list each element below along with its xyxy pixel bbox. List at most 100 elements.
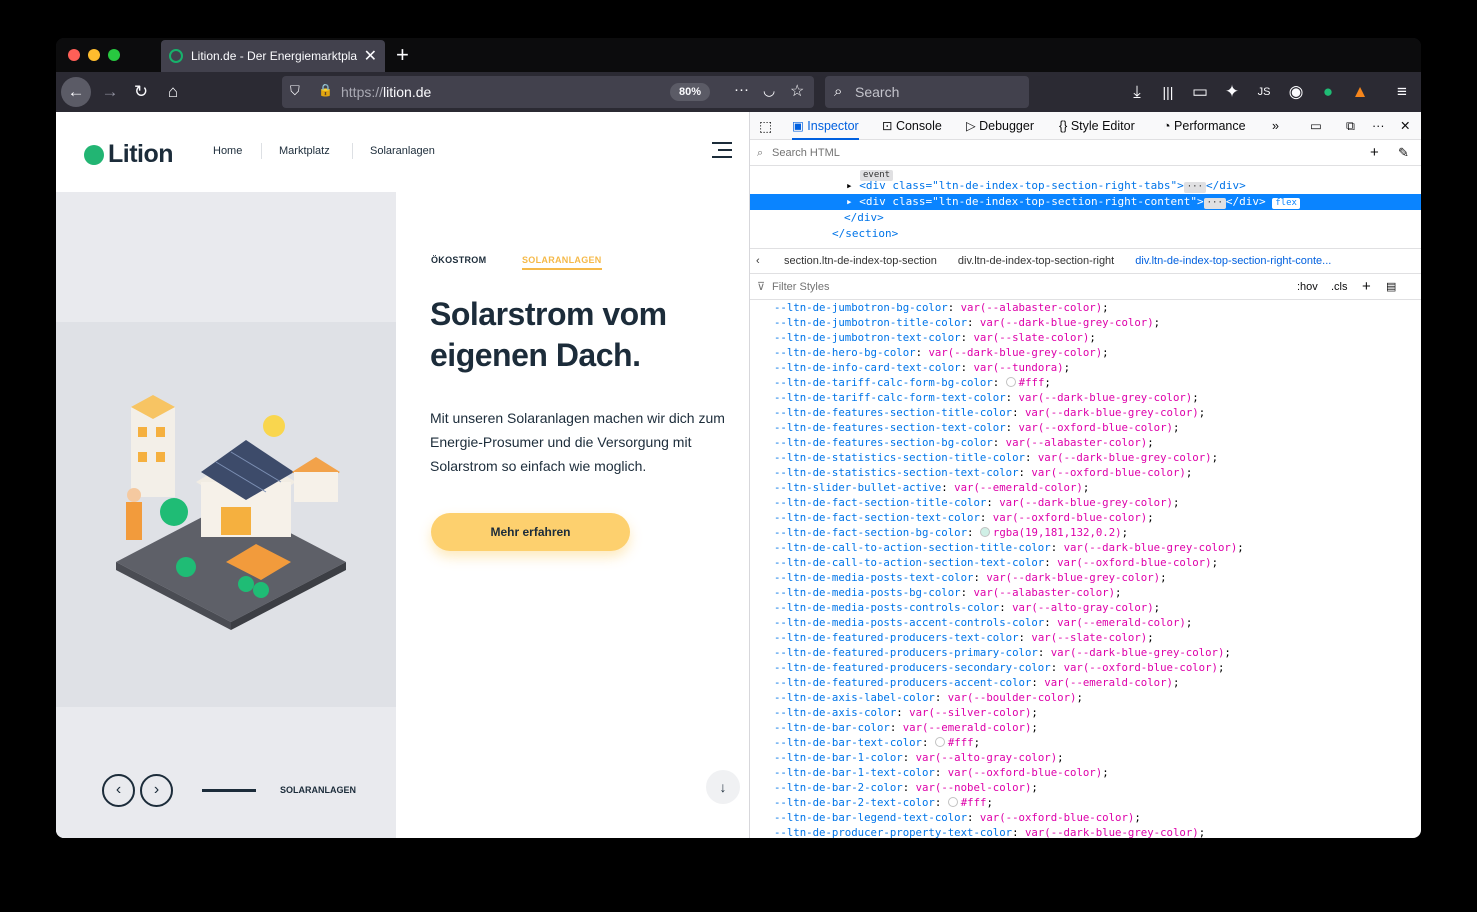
- css-property-value[interactable]: var(--oxford-blue-color): [1064, 661, 1218, 674]
- css-property-name[interactable]: --ltn-slider-bullet-active: [774, 481, 941, 494]
- add-node-icon[interactable]: +: [1370, 140, 1379, 166]
- css-property-value[interactable]: var(--slate-color): [1031, 631, 1147, 644]
- grammarly-icon[interactable]: ●: [1314, 78, 1342, 106]
- maximize-window-icon[interactable]: [108, 49, 120, 61]
- css-property-name[interactable]: --ltn-de-media-posts-controls-color: [774, 601, 999, 614]
- zoom-level[interactable]: 80%: [670, 83, 710, 101]
- extension-icon[interactable]: JS: [1250, 78, 1278, 106]
- slider-next-button[interactable]: ›: [140, 774, 173, 807]
- css-property-value[interactable]: #fff: [961, 796, 987, 809]
- css-property-value[interactable]: var(--oxford-blue-color): [980, 811, 1134, 824]
- ellipsis-badge[interactable]: ···: [1183, 182, 1207, 193]
- css-property-name[interactable]: --ltn-de-bar-1-color: [774, 751, 903, 764]
- css-declaration[interactable]: --ltn-de-jumbotron-title-color: var(--da…: [774, 315, 1421, 330]
- css-declaration[interactable]: --ltn-de-call-to-action-section-title-co…: [774, 540, 1421, 555]
- tab-performance[interactable]: ◔ Performance: [1163, 112, 1246, 140]
- markup-node-content-selected[interactable]: ▸ <div class="ltn-de-index-top-section-r…: [750, 194, 1421, 210]
- css-declaration[interactable]: --ltn-de-media-posts-accent-controls-col…: [774, 615, 1421, 630]
- css-property-value[interactable]: var(--emerald-color): [903, 721, 1032, 734]
- account-icon[interactable]: ◉: [1282, 78, 1310, 106]
- css-property-value[interactable]: var(--emerald-color): [1044, 676, 1173, 689]
- css-property-name[interactable]: --ltn-de-media-posts-text-color: [774, 571, 973, 584]
- hov-toggle[interactable]: :hov: [1297, 274, 1318, 300]
- add-rule-icon[interactable]: +: [1362, 274, 1371, 300]
- responsive-design-icon[interactable]: ▭: [1310, 112, 1322, 140]
- element-picker-icon[interactable]: ⬚: [759, 112, 772, 140]
- css-property-name[interactable]: --ltn-de-statistics-section-text-color: [774, 466, 1019, 479]
- css-declaration[interactable]: --ltn-de-features-section-text-color: va…: [774, 420, 1421, 435]
- css-property-value[interactable]: var(--alto-gray-color): [916, 751, 1058, 764]
- css-declaration[interactable]: --ltn-de-fact-section-title-color: var(-…: [774, 495, 1421, 510]
- css-property-name[interactable]: --ltn-de-bar-color: [774, 721, 890, 734]
- css-property-value[interactable]: var(--dark-blue-grey-color): [980, 316, 1154, 329]
- css-property-value[interactable]: var(--silver-color): [909, 706, 1031, 719]
- extension-icon[interactable]: ✦: [1218, 78, 1246, 106]
- css-property-value[interactable]: var(--nobel-color): [916, 781, 1032, 794]
- css-property-name[interactable]: --ltn-de-featured-producers-secondary-co…: [774, 661, 1051, 674]
- bookmark-star-icon[interactable]: ☆: [790, 81, 804, 101]
- css-property-value[interactable]: var(--dark-blue-grey-color): [986, 571, 1160, 584]
- site-logo[interactable]: Lition: [84, 140, 174, 169]
- css-property-name[interactable]: --ltn-de-bar-2-text-color: [774, 796, 935, 809]
- download-icon[interactable]: ⤓: [1123, 78, 1151, 106]
- close-tab-icon[interactable]: ✕: [364, 46, 377, 66]
- minimize-window-icon[interactable]: [88, 49, 100, 61]
- breadcrumb-item-selected[interactable]: div.ltn-de-index-top-section-right-conte…: [1135, 255, 1331, 267]
- css-declaration[interactable]: --ltn-de-featured-producers-primary-colo…: [774, 645, 1421, 660]
- css-declaration[interactable]: --ltn-de-media-posts-controls-color: var…: [774, 600, 1421, 615]
- css-property-value[interactable]: #fff: [1019, 376, 1045, 389]
- css-property-value[interactable]: var(--slate-color): [973, 331, 1089, 344]
- css-declaration[interactable]: --ltn-de-producer-property-text-color: v…: [774, 825, 1421, 838]
- css-property-name[interactable]: --ltn-de-fact-section-bg-color: [774, 526, 967, 539]
- css-property-value[interactable]: var(--dark-blue-grey-color): [999, 496, 1173, 509]
- css-declaration[interactable]: --ltn-de-jumbotron-bg-color: var(--alaba…: [774, 300, 1421, 315]
- css-property-name[interactable]: --ltn-de-bar-2-color: [774, 781, 903, 794]
- tab-debugger[interactable]: ▷ Debugger: [966, 112, 1034, 140]
- css-property-name[interactable]: --ltn-de-features-section-text-color: [774, 421, 1006, 434]
- library-icon[interactable]: |||: [1154, 78, 1182, 106]
- css-declaration[interactable]: --ltn-de-media-posts-bg-color: var(--ala…: [774, 585, 1421, 600]
- css-property-value[interactable]: var(--alto-gray-color): [1012, 601, 1154, 614]
- css-declaration[interactable]: --ltn-de-bar-1-text-color: var(--oxford-…: [774, 765, 1421, 780]
- lock-icon[interactable]: 🔒: [318, 83, 333, 97]
- new-tab-button[interactable]: +: [396, 42, 409, 68]
- css-declaration[interactable]: --ltn-de-statistics-section-title-color:…: [774, 450, 1421, 465]
- css-property-value[interactable]: var(--dark-blue-grey-color): [1025, 406, 1199, 419]
- pocket-icon[interactable]: ◡: [763, 82, 775, 99]
- css-property-value[interactable]: var(--emerald-color): [1057, 616, 1186, 629]
- css-property-value[interactable]: var(--oxford-blue-color): [1057, 556, 1211, 569]
- css-property-value[interactable]: var(--emerald-color): [954, 481, 1083, 494]
- ellipsis-badge[interactable]: ···: [1203, 198, 1226, 209]
- page-actions-icon[interactable]: ···: [734, 81, 749, 98]
- css-property-value[interactable]: var(--tundora): [973, 361, 1063, 374]
- css-declaration[interactable]: --ltn-de-bar-1-color: var(--alto-gray-co…: [774, 750, 1421, 765]
- css-declaration[interactable]: --ltn-de-features-section-title-color: v…: [774, 405, 1421, 420]
- search-html-input[interactable]: ⌕ Search HTML + ✎: [750, 140, 1421, 166]
- css-property-name[interactable]: --ltn-de-axis-label-color: [774, 691, 935, 704]
- css-declaration[interactable]: --ltn-de-axis-color: var(--silver-color)…: [774, 705, 1421, 720]
- css-property-name[interactable]: --ltn-de-media-posts-bg-color: [774, 586, 961, 599]
- css-property-name[interactable]: --ltn-de-featured-producers-primary-colo…: [774, 646, 1038, 659]
- mehr-erfahren-button[interactable]: Mehr erfahren: [431, 513, 630, 551]
- nav-solaranlagen[interactable]: Solaranlagen: [370, 145, 435, 157]
- tab-okostrom[interactable]: ÖKOSTROM: [431, 255, 486, 265]
- css-declaration[interactable]: --ltn-de-bar-legend-text-color: var(--ox…: [774, 810, 1421, 825]
- tab-solaranlagen[interactable]: SOLARANLAGEN: [522, 255, 602, 270]
- eyedropper-icon[interactable]: ✎: [1398, 140, 1409, 166]
- css-property-name[interactable]: --ltn-de-jumbotron-text-color: [774, 331, 961, 344]
- css-property-value[interactable]: #fff: [948, 736, 974, 749]
- css-declaration[interactable]: --ltn-de-info-card-text-color: var(--tun…: [774, 360, 1421, 375]
- css-property-name[interactable]: --ltn-de-fact-section-text-color: [774, 511, 980, 524]
- close-window-icon[interactable]: [68, 49, 80, 61]
- more-tabs-icon[interactable]: »: [1272, 112, 1279, 140]
- forward-button[interactable]: →: [96, 78, 124, 106]
- css-declaration[interactable]: --ltn-de-statistics-section-text-color: …: [774, 465, 1421, 480]
- search-box[interactable]: ⌕ Search: [825, 76, 1029, 108]
- css-property-name[interactable]: --ltn-de-featured-producers-text-color: [774, 631, 1019, 644]
- print-styles-icon[interactable]: ▤: [1386, 274, 1396, 300]
- flex-badge[interactable]: flex: [1272, 198, 1300, 209]
- css-property-name[interactable]: --ltn-de-tariff-calc-form-bg-color: [774, 376, 993, 389]
- breadcrumb-item[interactable]: div.ltn-de-index-top-section-right: [958, 255, 1114, 267]
- css-property-name[interactable]: --ltn-de-media-posts-accent-controls-col…: [774, 616, 1044, 629]
- color-swatch[interactable]: [947, 797, 958, 807]
